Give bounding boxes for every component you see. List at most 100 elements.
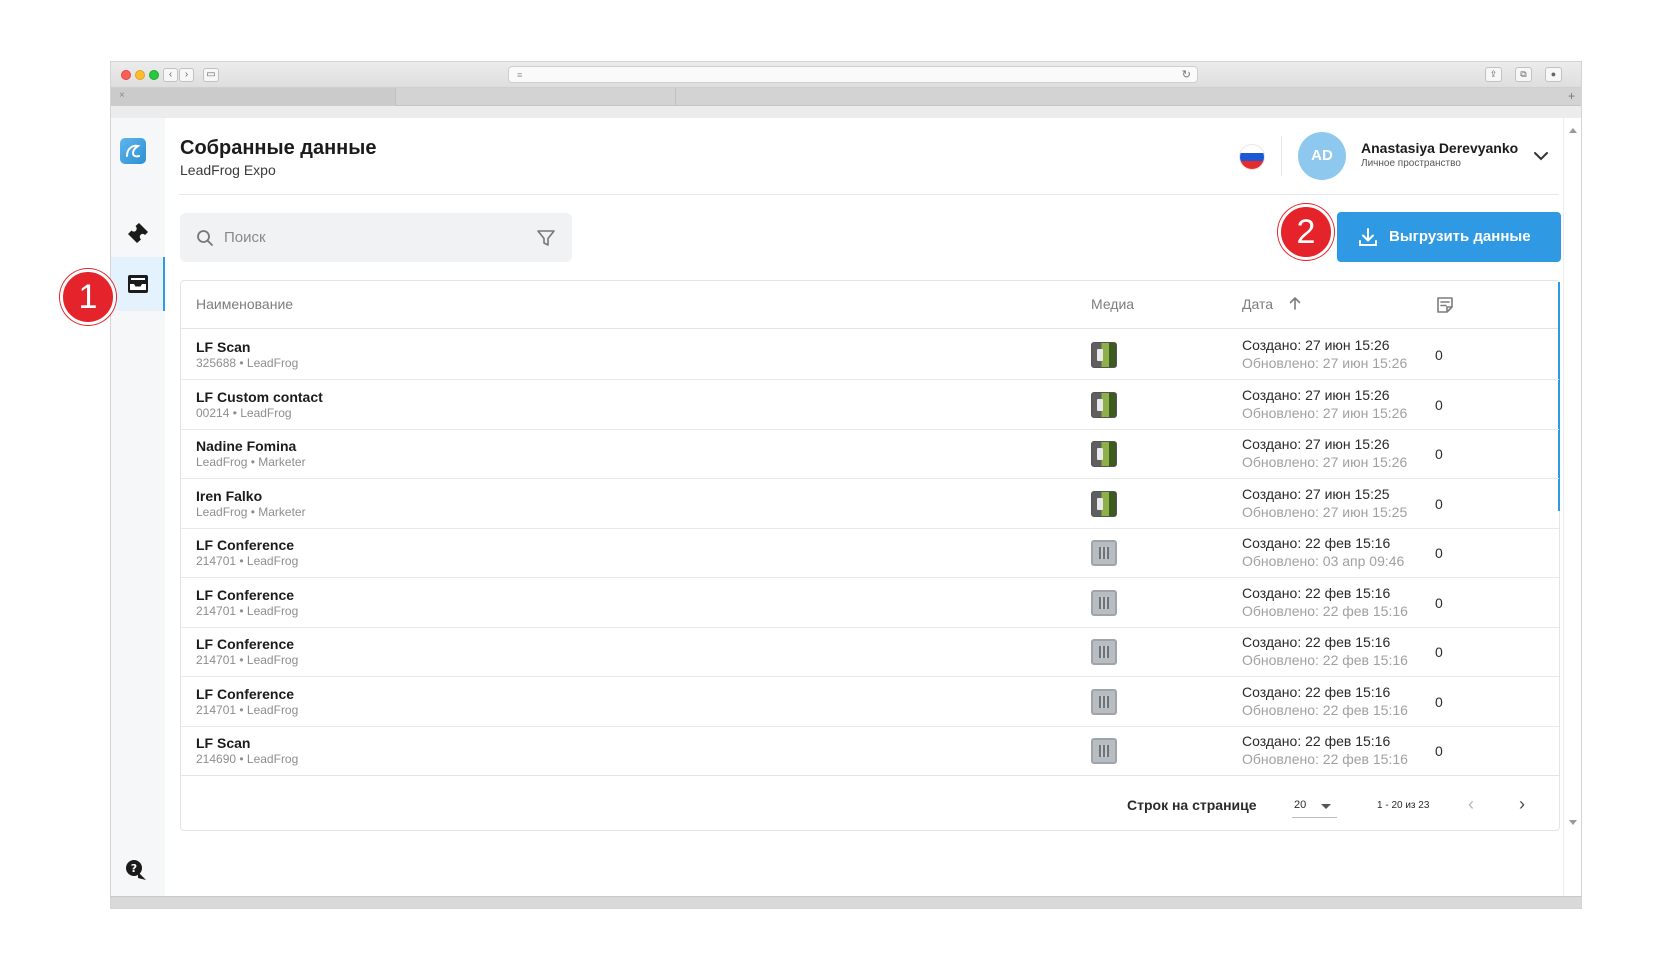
back-button[interactable]: ‹ bbox=[163, 68, 178, 82]
scroll-down-icon[interactable] bbox=[1569, 820, 1577, 825]
toolbar-spacer bbox=[111, 106, 1581, 118]
forward-button[interactable]: › bbox=[179, 68, 194, 82]
browser-tab[interactable]: × bbox=[111, 88, 396, 106]
extension-button[interactable]: ● bbox=[1545, 67, 1562, 82]
row-title: LF Scan bbox=[196, 339, 251, 355]
rows-per-page-select[interactable]: 20 bbox=[1292, 794, 1337, 818]
russia-flag-icon[interactable] bbox=[1239, 144, 1265, 170]
reload-icon[interactable]: ↻ bbox=[1182, 68, 1191, 81]
table-row[interactable]: LF Scan 325688 • LeadFrog Создано: 27 июн … bbox=[181, 330, 1559, 380]
table-row[interactable]: LF Conference 214701 • LeadFrog Создано: 2… bbox=[181, 578, 1559, 628]
next-page-icon[interactable]: › bbox=[1519, 794, 1525, 815]
pagination-bar: Строк на странице 20 1 - 20 из 23 ‹ › bbox=[181, 775, 1559, 831]
chevron-down-icon[interactable] bbox=[1533, 148, 1549, 164]
table-row[interactable]: LF Conference 214701 • LeadFrog Создано: 2… bbox=[181, 627, 1559, 677]
table-row[interactable]: LF Conference 214701 • LeadFrog Создано: 2… bbox=[181, 677, 1559, 727]
help-chat-icon[interactable]: ? bbox=[124, 858, 148, 882]
row-title: LF Conference bbox=[196, 685, 295, 702]
event-name: LeadFrog Expo bbox=[180, 162, 276, 178]
page-scrollbar[interactable] bbox=[1563, 118, 1581, 896]
row-notes-count: 0 bbox=[1435, 594, 1443, 611]
media-thumbnail[interactable] bbox=[1091, 540, 1117, 566]
ticket-icon bbox=[128, 223, 148, 243]
search-input[interactable]: Поиск bbox=[224, 229, 266, 246]
row-notes-count: 0 bbox=[1435, 693, 1443, 710]
sidebar-item-collected-data[interactable] bbox=[111, 257, 165, 311]
media-thumbnail[interactable] bbox=[1091, 688, 1117, 715]
row-created: Создано: 27 июн 15:26 bbox=[1242, 386, 1390, 403]
address-bar[interactable]: ≡ ↻ bbox=[508, 66, 1198, 83]
row-subtitle: 214701 • LeadFrog bbox=[196, 702, 299, 717]
row-created: Создано: 22 фев 15:16 bbox=[1242, 584, 1391, 601]
search-icon bbox=[197, 230, 213, 246]
reader-icon[interactable]: ≡ bbox=[517, 70, 522, 80]
annotation-marker-2: 2 bbox=[1278, 204, 1334, 260]
table-row[interactable]: Nadine Fomina LeadFrog • Marketer Создано:… bbox=[181, 429, 1559, 479]
annotation-marker-1: 1 bbox=[60, 269, 116, 325]
browser-window: ‹ › ▭ ≡ ↻ ⇪ ⧉ ● × + ? Собранные данные L… bbox=[111, 62, 1581, 908]
browser-tab[interactable] bbox=[396, 88, 676, 106]
media-thumbnail[interactable] bbox=[1091, 639, 1117, 665]
media-thumbnail[interactable] bbox=[1091, 589, 1117, 616]
inbox-icon bbox=[128, 275, 148, 293]
table-row[interactable]: LF Custom contact 00214 • LeadFrog Создано… bbox=[181, 380, 1559, 430]
row-subtitle: 325688 • LeadFrog bbox=[196, 356, 299, 370]
row-updated: Обновлено: 22 фев 15:16 bbox=[1242, 652, 1408, 668]
rows-per-page-label: Строк на странице bbox=[1127, 797, 1257, 813]
table-row[interactable]: LF Scan 214690 • LeadFrog Создано: 22 фев … bbox=[181, 726, 1559, 776]
row-notes-count: 0 bbox=[1435, 743, 1443, 759]
svg-text:?: ? bbox=[131, 862, 137, 875]
note-icon bbox=[1437, 297, 1453, 313]
search-field[interactable]: Поиск bbox=[180, 213, 572, 262]
collected-data-table: Наименование Медиа Дата LF Scan 325688 • … bbox=[180, 280, 1560, 831]
tabs-overview-button[interactable]: ⧉ bbox=[1515, 67, 1532, 82]
export-data-button[interactable]: Выгрузить данные bbox=[1337, 212, 1561, 262]
user-name[interactable]: Anastasiya Derevyanko bbox=[1361, 140, 1518, 156]
row-created: Создано: 27 июн 15:25 bbox=[1242, 485, 1390, 502]
caret-down-icon bbox=[1321, 804, 1331, 809]
header-separator bbox=[179, 194, 1559, 195]
logo-icon[interactable] bbox=[120, 138, 146, 164]
table-row[interactable]: Iren Falko LeadFrog • Marketer Создано: 27… bbox=[181, 479, 1559, 529]
minimize-window-button[interactable] bbox=[135, 70, 145, 80]
avatar[interactable]: AD bbox=[1298, 132, 1346, 180]
media-thumbnail[interactable] bbox=[1091, 738, 1117, 764]
row-title: Nadine Fomina bbox=[196, 438, 297, 454]
media-thumbnail[interactable] bbox=[1091, 391, 1117, 418]
filter-icon[interactable] bbox=[536, 228, 556, 248]
scroll-up-icon[interactable] bbox=[1569, 128, 1577, 133]
zoom-window-button[interactable] bbox=[149, 70, 159, 80]
row-created: Создано: 22 фев 15:16 bbox=[1242, 733, 1391, 749]
row-subtitle: LeadFrog • Marketer bbox=[196, 455, 306, 469]
row-title: LF Custom contact bbox=[196, 388, 323, 405]
share-button[interactable]: ⇪ bbox=[1485, 67, 1502, 82]
sort-arrow-up-icon[interactable] bbox=[1288, 295, 1302, 311]
row-updated: Обновлено: 22 фев 15:16 bbox=[1242, 701, 1408, 718]
row-updated: Обновлено: 03 апр 09:46 bbox=[1242, 553, 1405, 569]
media-thumbnail[interactable] bbox=[1091, 490, 1117, 517]
export-data-label: Выгрузить данные bbox=[1389, 228, 1531, 245]
column-header-date[interactable]: Дата bbox=[1242, 296, 1273, 312]
row-title: Iren Falko bbox=[196, 487, 263, 504]
media-thumbnail[interactable] bbox=[1091, 342, 1117, 368]
column-header-name[interactable]: Наименование bbox=[196, 296, 293, 312]
prev-page-icon[interactable]: ‹ bbox=[1468, 794, 1474, 815]
row-title: LF Conference bbox=[196, 636, 295, 652]
row-subtitle: LeadFrog • Marketer bbox=[196, 504, 306, 519]
row-updated: Обновлено: 27 июн 15:26 bbox=[1242, 454, 1408, 470]
media-thumbnail[interactable] bbox=[1091, 441, 1117, 467]
tab-close-icon[interactable]: × bbox=[119, 90, 125, 101]
row-updated: Обновлено: 27 июн 15:25 bbox=[1242, 503, 1408, 520]
browser-tab[interactable] bbox=[676, 88, 1556, 106]
new-tab-icon[interactable]: + bbox=[1568, 89, 1575, 103]
sidebar-item-events[interactable] bbox=[111, 206, 165, 260]
row-updated: Обновлено: 27 июн 15:26 bbox=[1242, 404, 1408, 421]
row-title: LF Scan bbox=[196, 735, 251, 751]
row-updated: Обновлено: 22 фев 15:16 bbox=[1242, 602, 1408, 619]
row-created: Создано: 27 июн 15:26 bbox=[1242, 436, 1390, 452]
app-sidebar: ? bbox=[111, 118, 165, 896]
close-window-button[interactable] bbox=[121, 70, 131, 80]
sidebar-toggle-button[interactable]: ▭ bbox=[203, 68, 219, 82]
table-row[interactable]: LF Conference 214701 • LeadFrog Создано: 2… bbox=[181, 528, 1559, 578]
column-header-media: Медиа bbox=[1091, 296, 1135, 312]
